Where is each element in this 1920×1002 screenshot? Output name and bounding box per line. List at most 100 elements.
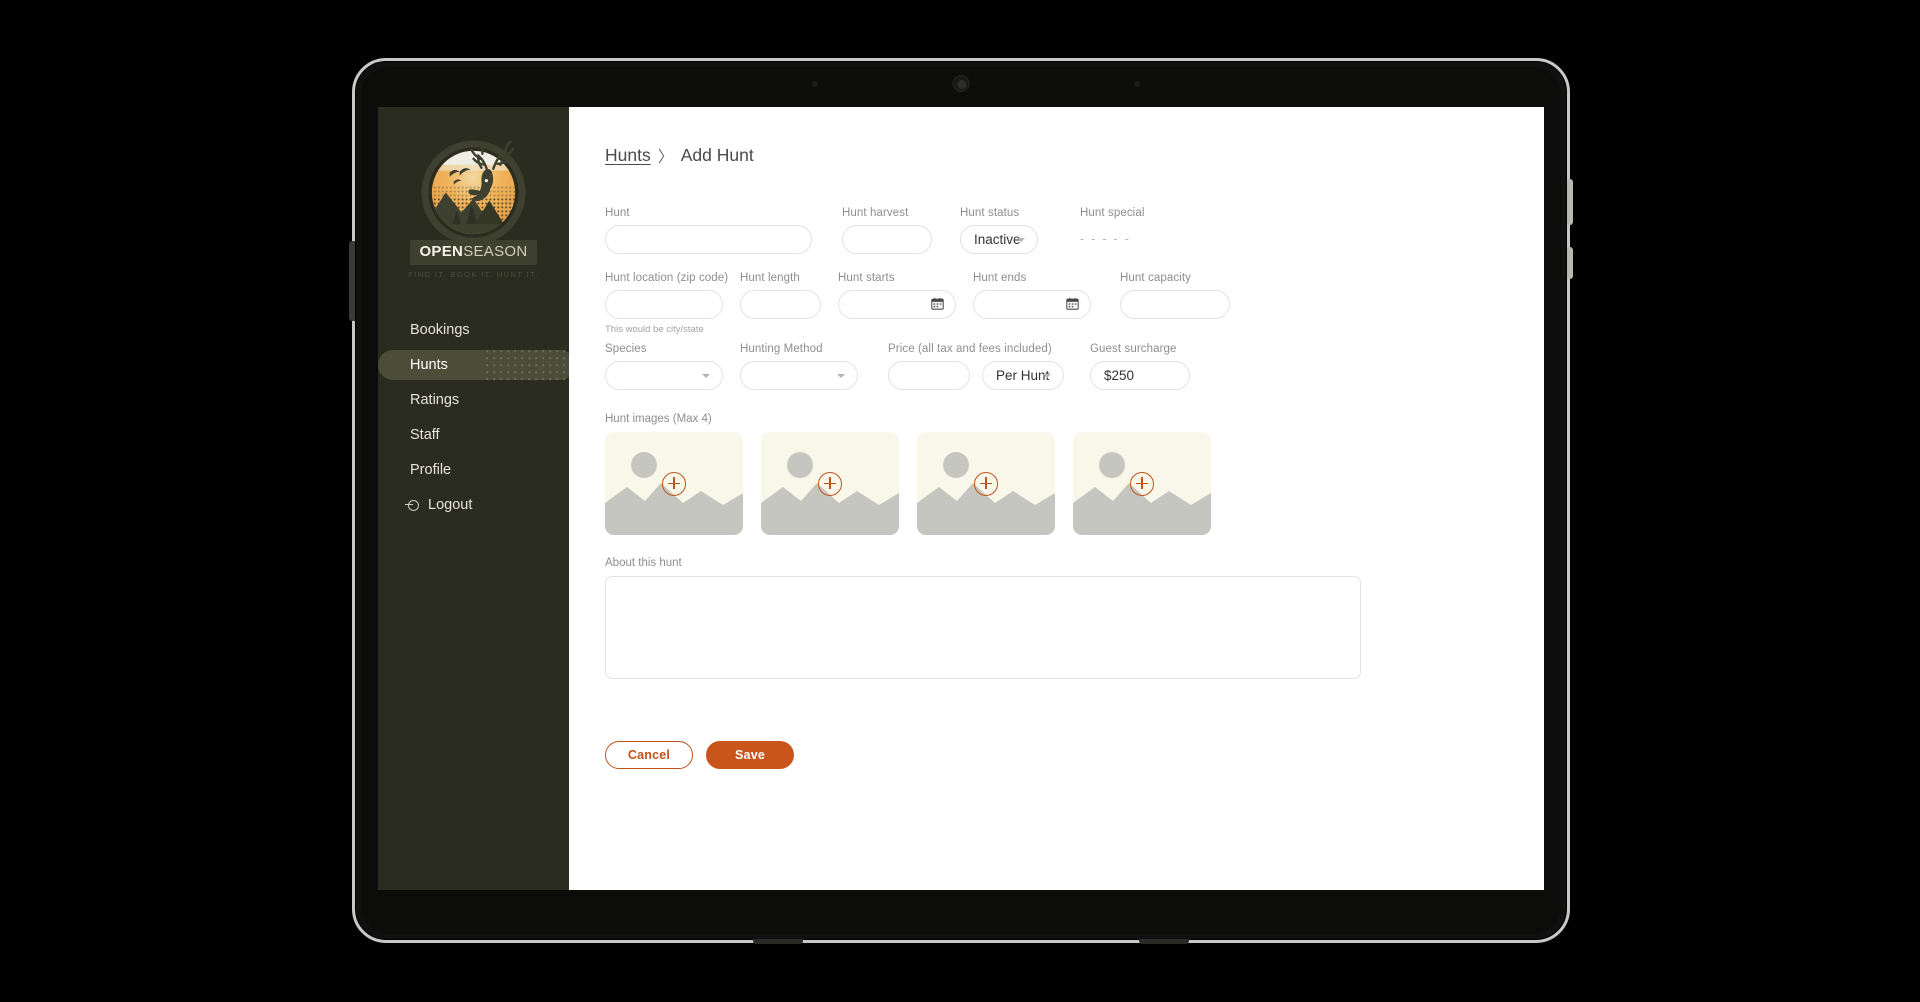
breadcrumb-link-hunts[interactable]: Hunts [605,145,651,166]
field-label-hunt-special: Hunt special [1080,207,1145,219]
sidebar-item-profile[interactable]: Profile [378,455,569,485]
plus-circle-icon[interactable] [818,471,842,496]
app-screen: OPENSEASON FIND IT. BOOK IT. HUNT IT. Bo… [378,107,1544,890]
hunt-location-input[interactable] [605,290,723,319]
field-hunt-status: Hunt status Inactive [960,207,1038,254]
chevron-down-icon [837,373,845,378]
field-label-hunt: Hunt [605,207,630,219]
field-price-unit: Per Hunt [982,343,1064,390]
sidebar-nav: Bookings Hunts Ratings Staff Profile Log… [378,315,575,525]
hunt-status-select[interactable]: Inactive [960,225,1038,254]
sidebar-item-logout[interactable]: Logout [378,490,569,520]
sidebar-item-label: Staff [410,427,440,443]
form-row-1: Hunt Hunt harvest Hunt status Inactive H… [605,207,1544,254]
field-label-hunt-capacity: Hunt capacity [1120,272,1191,284]
cancel-button[interactable]: Cancel [605,741,693,769]
volume-button[interactable] [1567,247,1573,279]
hunt-input[interactable] [605,225,812,254]
add-hunt-form: Hunt Hunt harvest Hunt status Inactive H… [605,207,1544,769]
chevron-down-icon [1017,237,1025,242]
hunting-method-select[interactable] [740,361,858,390]
sidebar-item-staff[interactable]: Staff [378,420,569,450]
hunt-images-label: Hunt images (Max 4) [605,413,712,425]
hunt-images-section: Hunt images (Max 4) [605,413,1544,535]
image-slot-1[interactable] [605,432,743,535]
field-label-hunting-method: Hunting Method [740,343,823,355]
field-label-price: Price (all tax and fees included) [888,343,1052,355]
calendar-icon[interactable] [1066,297,1079,313]
field-hunt-location: Hunt location (zip code) This would be c… [605,272,728,335]
image-slot-4[interactable] [1073,432,1211,535]
save-button[interactable]: Save [706,741,794,769]
image-slot-2[interactable] [761,432,899,535]
sun-placeholder-icon [1099,452,1125,478]
field-hunt-special: Hunt special - - - - - [1080,207,1190,246]
field-hunt-harvest: Hunt harvest [842,207,932,254]
field-label-hunt-harvest: Hunt harvest [842,207,909,219]
plus-circle-icon[interactable] [1130,471,1154,496]
sidebar-item-label: Ratings [410,392,460,408]
field-guest-surcharge: Guest surcharge $250 [1090,343,1190,390]
hunt-capacity-input[interactable] [1120,290,1230,319]
field-label-hunt-length: Hunt length [740,272,800,284]
front-camera-icon [952,75,970,92]
field-hunt-ends: Hunt ends [973,272,1091,319]
breadcrumb: Hunts 〉 Add Hunt [605,143,1544,167]
species-select[interactable] [605,361,723,390]
bottom-speaker-right [1139,939,1189,944]
image-slot-3[interactable] [917,432,1055,535]
bottom-speaker-left [753,939,803,944]
power-button[interactable] [1567,179,1573,225]
sidebar-item-label: Profile [410,462,452,478]
about-hunt-label: About this hunt [605,557,682,569]
sidebar-item-hunts[interactable]: Hunts [378,350,575,380]
sidebar-item-label: Bookings [410,322,470,338]
price-unit-value: Per Hunt [996,368,1050,383]
sun-placeholder-icon [631,452,657,478]
deer-mountain-sunset-logo-icon [414,135,533,254]
sidebar-item-ratings[interactable]: Ratings [378,385,569,415]
field-price: Price (all tax and fees included) [888,343,1052,390]
field-hunting-method: Hunting Method [740,343,858,390]
hunt-starts-input[interactable] [838,290,956,319]
brand-name-bold: OPEN [419,243,464,260]
hunt-length-input[interactable] [740,290,821,319]
field-label-guest-surcharge: Guest surcharge [1090,343,1177,355]
sun-placeholder-icon [943,452,969,478]
guest-surcharge-input[interactable]: $250 [1090,361,1190,390]
hunt-ends-input[interactable] [973,290,1091,319]
brand-name-light: SEASON [463,243,528,260]
brand-tagline: FIND IT. BOOK IT. HUNT IT. [408,270,539,279]
logout-icon [405,499,419,511]
hunt-harvest-input[interactable] [842,225,932,254]
price-unit-select[interactable]: Per Hunt [982,361,1064,390]
chevron-down-icon [702,373,710,378]
sidebar: OPENSEASON FIND IT. BOOK IT. HUNT IT. Bo… [378,107,575,890]
screenshot-stage: OPENSEASON FIND IT. BOOK IT. HUNT IT. Bo… [0,0,1920,1002]
field-hunt-starts: Hunt starts [838,272,956,319]
field-label-hunt-status: Hunt status [960,207,1020,219]
price-input[interactable] [888,361,970,390]
field-label-hunt-starts: Hunt starts [838,272,895,284]
plus-circle-icon[interactable] [974,471,998,496]
field-label-hunt-ends: Hunt ends [973,272,1027,284]
calendar-icon[interactable] [931,297,944,313]
sensor-dot-right-icon [1134,81,1140,87]
hunt-images-row [605,432,1544,535]
sun-placeholder-icon [787,452,813,478]
main-content: Hunts 〉 Add Hunt Hunt Hunt harvest Hunt … [569,107,1544,890]
about-hunt-textarea[interactable] [605,576,1361,679]
plus-circle-icon[interactable] [662,471,686,496]
form-row-3: Species Hunting Method Price (all tax an… [605,343,1544,390]
brand-wordmark: OPENSEASON [410,240,537,265]
about-hunt-section: About this hunt [605,557,1544,679]
field-hunt: Hunt [605,207,812,254]
brand-logo[interactable]: OPENSEASON FIND IT. BOOK IT. HUNT IT. [378,129,569,279]
field-hunt-length: Hunt length [740,272,821,319]
hunt-special-value[interactable]: - - - - - [1080,225,1190,246]
sidebar-item-bookings[interactable]: Bookings [378,315,569,345]
sensor-dot-left-icon [812,81,818,87]
breadcrumb-separator-icon: 〉 [657,149,674,166]
active-item-dots-decoration [486,350,565,380]
field-hunt-capacity: Hunt capacity [1120,272,1230,319]
